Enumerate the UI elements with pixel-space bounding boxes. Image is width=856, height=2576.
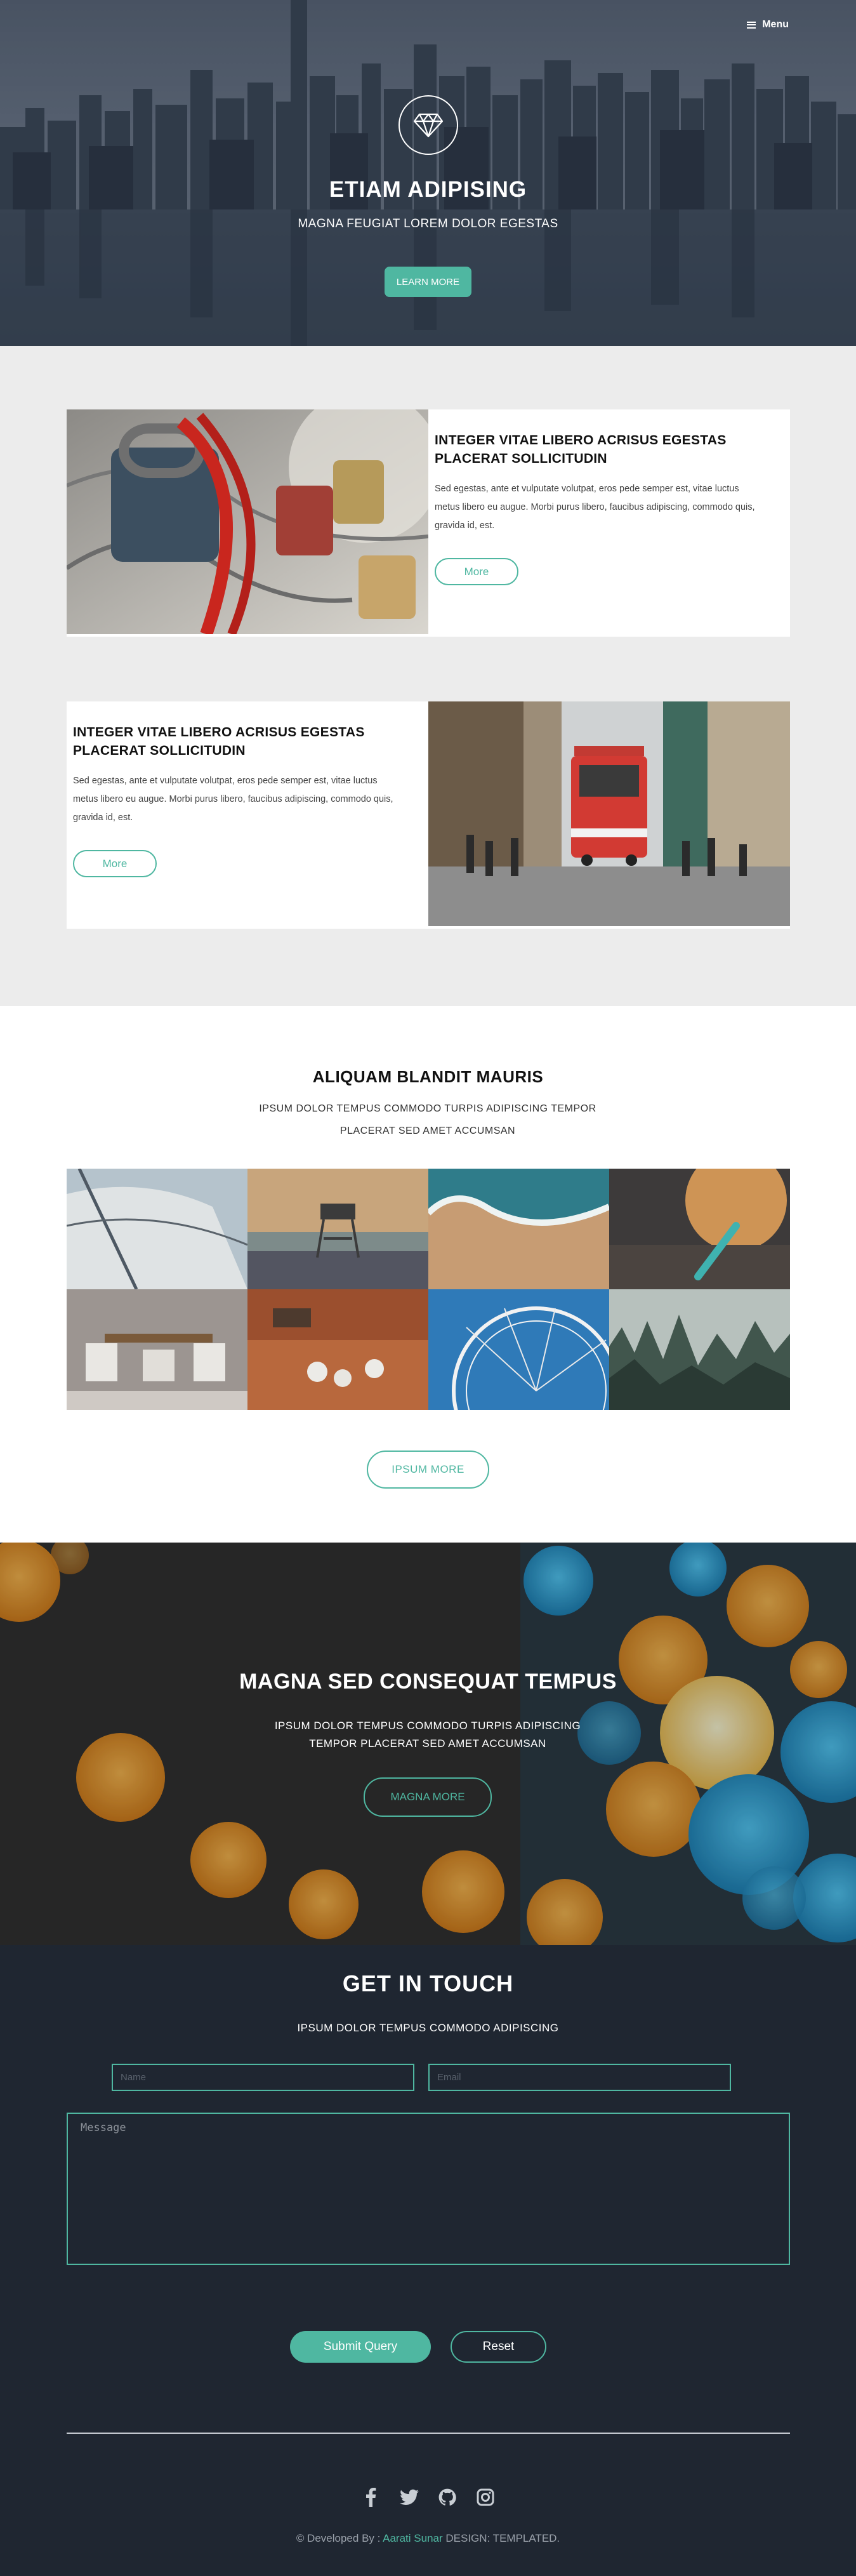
feature-card: INTEGER VITAE LIBERO ACRISUS EGESTAS PLA… (67, 409, 790, 637)
gallery-section: ALIQUAM BLANDIT MAURIS IPSUM DOLOR TEMPU… (0, 1006, 856, 1543)
contact-subtitle: IPSUM DOLOR TEMPUS COMMODO ADIPISCING (297, 2022, 559, 2034)
learn-more-button[interactable]: LEARN MORE (385, 267, 471, 297)
gallery-image-forest[interactable] (609, 1289, 790, 1410)
contact-title: GET IN TOUCH (342, 1970, 514, 1996)
hero-title: ETIAM ADIPISING (329, 177, 527, 202)
menu-label: Menu (762, 19, 789, 30)
feature-text: INTEGER VITAE LIBERO ACRISUS EGESTAS PLA… (428, 409, 790, 637)
gallery-image-surfboard[interactable] (609, 1169, 790, 1289)
gallery-image-dining[interactable] (67, 1289, 247, 1410)
github-icon[interactable] (437, 2487, 458, 2507)
gallery-image-sail[interactable] (67, 1169, 247, 1289)
hero-banner: Menu ETIAM ADIPISING MAGNA FEUGIAT LOREM… (0, 0, 856, 346)
author-link[interactable]: Aarati Sunar (383, 2532, 443, 2544)
gallery-image-ferris-wheel[interactable] (428, 1289, 609, 1410)
feature-description: Sed egestas, ante et vulputate volutpat,… (73, 776, 393, 823)
more-button[interactable]: More (435, 558, 518, 585)
feature-title: INTEGER VITAE LIBERO ACRISUS EGESTAS PLA… (435, 433, 727, 466)
features-section: INTEGER VITAE LIBERO ACRISUS EGESTAS PLA… (0, 346, 856, 1006)
reset-button[interactable]: Reset (451, 2331, 546, 2363)
footer-suffix: DESIGN: TEMPLATED. (442, 2532, 560, 2544)
footer-divider (67, 2433, 790, 2434)
diamond-icon (413, 113, 444, 138)
gallery-subtitle: IPSUM DOLOR TEMPUS COMMODO TURPIS ADIPIS… (259, 1103, 596, 1136)
instagram-icon[interactable] (475, 2487, 496, 2507)
cta-title: MAGNA SED CONSEQUAT TEMPUS (239, 1670, 617, 1694)
footer-prefix: © Developed By : (296, 2532, 383, 2544)
feature-description: Sed egestas, ante et vulputate volutpat,… (435, 484, 755, 531)
cta-subtitle: IPSUM DOLOR TEMPUS COMMODO TURPIS ADIPIS… (274, 1720, 581, 1749)
contact-section: GET IN TOUCH IPSUM DOLOR TEMPUS COMMODO … (0, 1945, 856, 2576)
padlocks-image (67, 409, 428, 634)
hero-subtitle: MAGNA FEUGIAT LOREM DOLOR EGESTAS (298, 217, 558, 230)
gallery-image-lifeguard[interactable] (247, 1169, 428, 1289)
diamond-logo (398, 95, 458, 155)
email-input[interactable] (428, 2064, 731, 2091)
more-button[interactable]: More (73, 850, 157, 877)
footer-credits: © Developed By : Aarati Sunar DESIGN: TE… (0, 2532, 856, 2545)
twitter-icon[interactable] (399, 2487, 419, 2507)
facebook-icon[interactable] (361, 2487, 381, 2507)
feature-title: INTEGER VITAE LIBERO ACRISUS EGESTAS PLA… (73, 725, 365, 758)
message-textarea[interactable] (67, 2113, 790, 2265)
menu-button[interactable]: Menu (747, 19, 789, 30)
social-links (0, 2487, 856, 2507)
hamburger-icon (747, 21, 756, 29)
bokeh-banner: MAGNA SED CONSEQUAT TEMPUS IPSUM DOLOR T… (0, 1543, 856, 1945)
gallery-image-cafe[interactable] (247, 1289, 428, 1410)
photo-grid (67, 1169, 790, 1410)
submit-button[interactable]: Submit Query (290, 2331, 431, 2363)
name-input[interactable] (112, 2064, 414, 2091)
ipsum-more-button[interactable]: IPSUM MORE (367, 1451, 489, 1489)
feature-text: INTEGER VITAE LIBERO ACRISUS EGESTAS PLA… (67, 701, 428, 929)
magna-more-button[interactable]: MAGNA MORE (364, 1777, 492, 1817)
gallery-image-shore[interactable] (428, 1169, 609, 1289)
tram-street-image (428, 701, 790, 926)
feature-card: INTEGER VITAE LIBERO ACRISUS EGESTAS PLA… (67, 701, 790, 929)
gallery-title: ALIQUAM BLANDIT MAURIS (312, 1067, 544, 1086)
